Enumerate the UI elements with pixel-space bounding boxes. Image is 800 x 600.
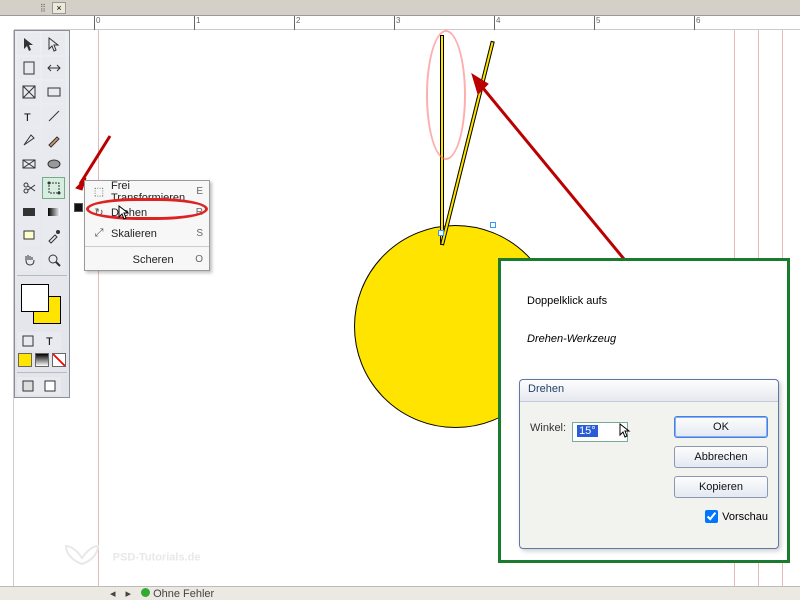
apply-none-icon[interactable] <box>52 353 66 367</box>
menu-separator <box>85 246 209 247</box>
pencil-tool-icon[interactable] <box>42 129 65 151</box>
apply-gradient-icon[interactable] <box>35 353 49 367</box>
tutorial-highlight-ellipse <box>86 198 208 220</box>
scale-icon: ⤢ <box>91 227 107 240</box>
toolbox-panel: T T <box>14 30 70 398</box>
nav-next-icon[interactable]: ▸ <box>126 587 132 600</box>
view-normal-icon[interactable] <box>17 377 39 395</box>
menu-item-scale[interactable]: ⤢ Skalieren S <box>85 223 209 244</box>
ruler-tick: 4 <box>494 16 500 30</box>
preview-checkbox[interactable] <box>705 510 718 523</box>
gradient-swatch-tool-icon[interactable] <box>17 201 40 223</box>
ruler-horizontal: 0 1 2 3 4 5 6 <box>14 16 800 30</box>
type-tool-icon[interactable]: T <box>17 105 40 127</box>
page-tool-icon[interactable] <box>17 57 40 79</box>
frame-tool-icon[interactable] <box>17 81 40 103</box>
menu-label: Skalieren <box>111 228 196 240</box>
tutorial-annotation-box: Doppelklick aufs Drehen-Werkzeug Drehen … <box>498 258 790 563</box>
direct-selection-tool-icon[interactable] <box>42 33 65 55</box>
formatting-container-icon[interactable] <box>17 332 39 350</box>
toolbox-titlebar: ⣿ × <box>0 0 800 16</box>
toolbox-divider <box>17 275 67 276</box>
preview-checkbox-row[interactable]: Vorschau <box>674 510 768 523</box>
formatting-text-icon[interactable]: T <box>39 332 61 350</box>
svg-text:T: T <box>46 336 53 348</box>
close-icon[interactable]: × <box>52 2 66 14</box>
watermark-label: PSD-Tutorials.de <box>113 551 201 563</box>
arrow-annotation-icon <box>458 66 648 286</box>
toolbox-divider <box>17 372 67 373</box>
annotation-line1: Doppelklick aufs <box>527 295 607 307</box>
scissors-tool-icon[interactable] <box>17 177 40 199</box>
ruler-tick: 3 <box>394 16 400 30</box>
ruler-tick: 1 <box>194 16 200 30</box>
ruler-tick: 2 <box>294 16 300 30</box>
grip-dots-icon: ⣿ <box>40 3 50 13</box>
butterfly-logo-icon <box>58 534 106 574</box>
ruler-tick: 0 <box>94 16 100 30</box>
menu-active-indicator-icon <box>74 203 83 212</box>
anchor-point-icon[interactable] <box>438 230 444 236</box>
text-frame-tool-icon[interactable] <box>42 81 65 103</box>
cursor-arrow-icon <box>618 422 634 438</box>
fill-swatch[interactable] <box>21 284 49 312</box>
annotation-line2: Drehen-Werkzeug <box>527 333 616 345</box>
ruler-tick: 6 <box>694 16 700 30</box>
annotation-text: Doppelklick aufs Drehen-Werkzeug <box>501 261 787 352</box>
svg-text:T: T <box>24 112 31 124</box>
ruler-tick: 5 <box>594 16 600 30</box>
ruler-vertical <box>0 30 14 586</box>
rotate-dialog: Drehen Winkel: 15° OK Abbrechen Kopieren… <box>519 379 779 549</box>
angle-label: Winkel: <box>530 422 566 434</box>
note-tool-icon[interactable] <box>17 225 40 247</box>
menu-shortcut: O <box>195 254 203 265</box>
status-bar: ◂ ▸ Ohne Fehler <box>0 586 800 600</box>
menu-label: Scheren <box>111 254 195 266</box>
transform-context-menu: ⬚ Frei Transformieren E ↻ Drehen R ⤢ Ska… <box>84 180 210 271</box>
dialog-title: Drehen <box>520 380 778 402</box>
zoom-tool-icon[interactable] <box>42 249 65 271</box>
selection-tool-icon[interactable] <box>17 33 40 55</box>
eyedropper-tool-icon[interactable] <box>42 225 65 247</box>
menu-shortcut: S <box>196 228 203 239</box>
free-transform-tool-icon[interactable] <box>42 177 65 199</box>
gap-tool-icon[interactable] <box>42 57 65 79</box>
cursor-arrow-icon <box>117 204 133 220</box>
cancel-button[interactable]: Abbrechen <box>674 446 768 468</box>
menu-shortcut: E <box>196 186 203 197</box>
pen-tool-icon[interactable] <box>17 129 40 151</box>
nav-prev-icon[interactable]: ◂ <box>110 587 116 600</box>
gradient-tool-icon[interactable] <box>42 201 65 223</box>
line-tool-icon[interactable] <box>42 105 65 127</box>
fill-stroke-swatch[interactable] <box>19 282 65 328</box>
status-text: Ohne Fehler <box>153 588 214 600</box>
view-preview-icon[interactable] <box>39 377 61 395</box>
preview-label: Vorschau <box>722 511 768 523</box>
free-transform-icon: ⬚ <box>91 185 107 198</box>
ellipse-tool-icon[interactable] <box>42 153 65 175</box>
angle-value: 15° <box>577 425 598 437</box>
hand-tool-icon[interactable] <box>17 249 40 271</box>
watermark-text: PSD-Tutorials.de <box>58 534 200 574</box>
menu-item-shear[interactable]: Scheren O <box>85 249 209 270</box>
status-ok-icon <box>141 588 150 597</box>
ok-button[interactable]: OK <box>674 416 768 438</box>
guide-vertical <box>98 30 99 586</box>
rectangle-frame-tool-icon[interactable] <box>17 153 40 175</box>
apply-color-icon[interactable] <box>18 353 32 367</box>
copy-button[interactable]: Kopieren <box>674 476 768 498</box>
